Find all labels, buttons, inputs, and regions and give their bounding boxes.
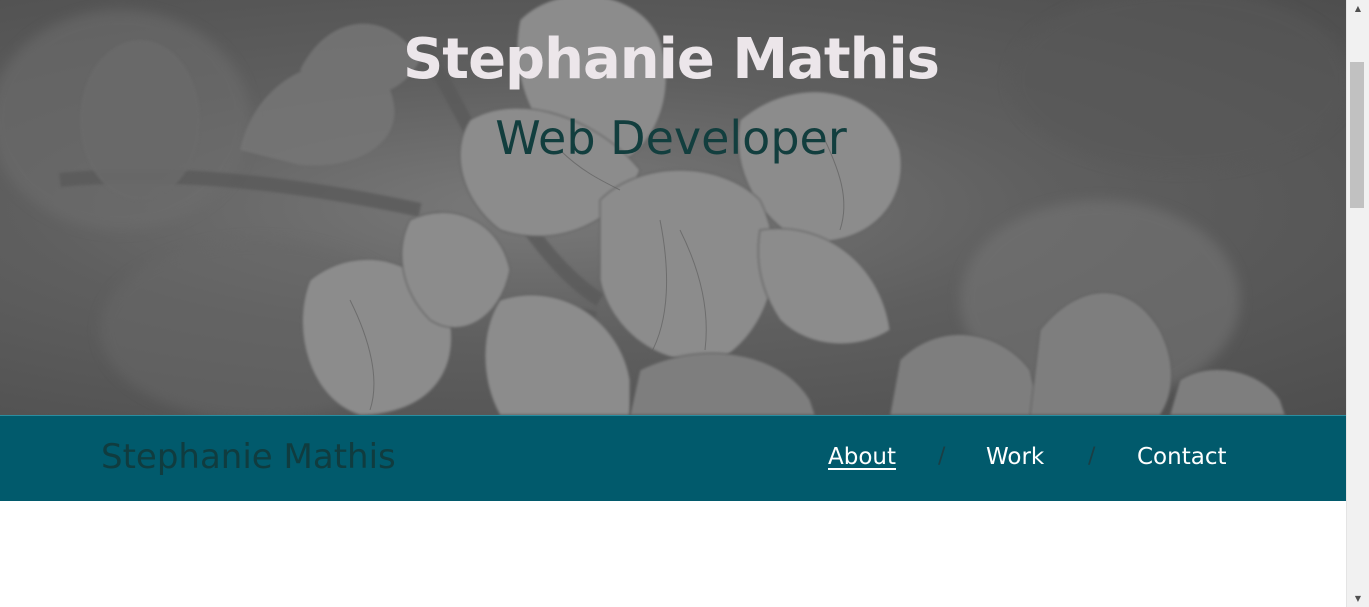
hero-role-subtitle: Web Developer: [495, 111, 847, 165]
nav-link-contact[interactable]: Contact: [1137, 442, 1226, 472]
navbar-brand[interactable]: Stephanie Mathis: [101, 435, 396, 479]
nav-separator: /: [938, 444, 946, 469]
nav-separator: /: [1088, 444, 1096, 469]
vertical-scrollbar[interactable]: ▲ ▼: [1346, 0, 1369, 607]
scrollbar-thumb[interactable]: [1350, 62, 1364, 208]
main-navbar: Stephanie Mathis About / Work / Contact: [0, 415, 1346, 501]
page-viewport: Stephanie Mathis Web Developer Stephanie…: [0, 0, 1346, 607]
hero-name-heading: Stephanie Mathis: [402, 27, 940, 92]
triangle-down-icon[interactable]: ▼: [1347, 590, 1369, 607]
hero-banner: Stephanie Mathis Web Developer: [0, 0, 1346, 415]
triangle-up-icon[interactable]: ▲: [1347, 0, 1369, 17]
nav-link-work[interactable]: Work: [986, 442, 1044, 472]
nav-link-about[interactable]: About: [828, 442, 896, 472]
